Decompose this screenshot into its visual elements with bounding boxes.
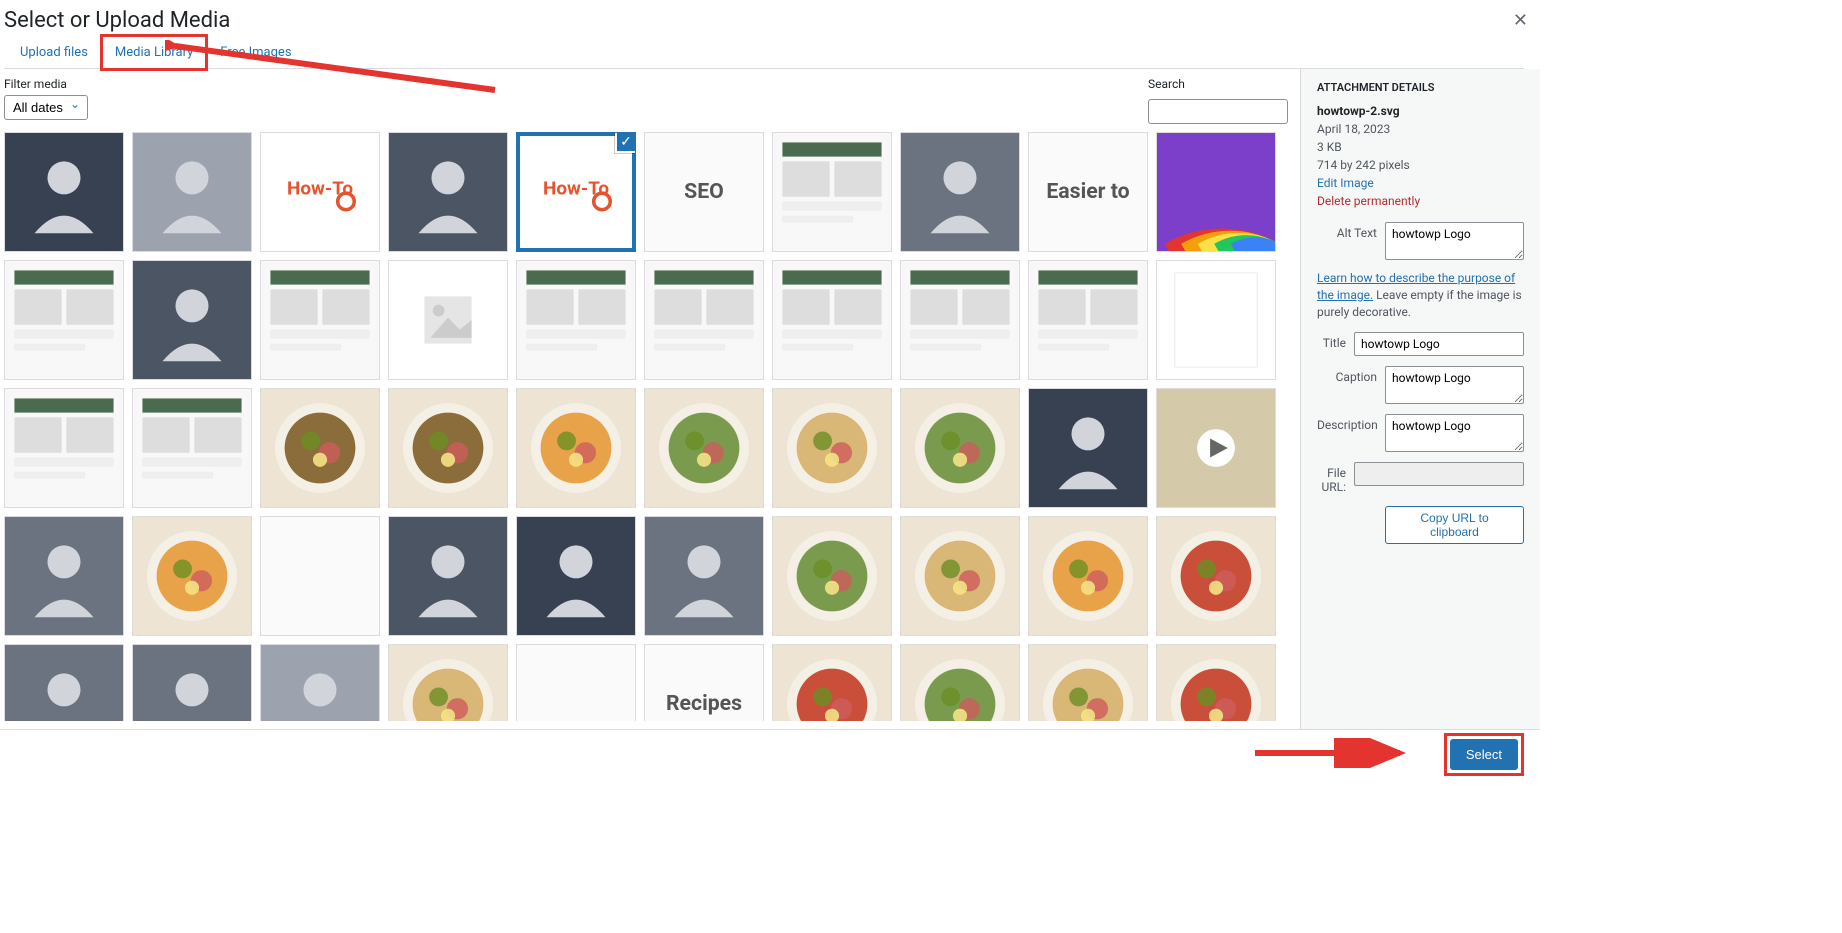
thumb-recipes[interactable]: Recipes (644, 644, 764, 721)
thumb-burger[interactable] (772, 388, 892, 508)
thumb-pasta[interactable] (900, 388, 1020, 508)
thumb-iphone-x[interactable] (4, 260, 124, 380)
desc-input[interactable]: howtowp Logo (1385, 414, 1524, 452)
thumb-site-2[interactable] (132, 388, 252, 508)
svg-text:How-To: How-To (287, 176, 353, 199)
svg-text:Easier to: Easier to (1046, 179, 1129, 204)
thumb-man-gray[interactable] (132, 644, 252, 721)
attachment-details: ATTACHMENT DETAILS howtowp-2.svg April 1… (1300, 69, 1540, 729)
check-icon: ✓ (615, 132, 636, 153)
copy-url-button[interactable]: Copy URL to clipboard (1385, 506, 1524, 544)
close-icon[interactable]: ✕ (1513, 10, 1528, 31)
annotation-arrow-2 (1250, 738, 1410, 768)
thumb-rainbow[interactable] (1156, 132, 1276, 252)
thumb-woman-cooking[interactable] (4, 516, 124, 636)
thumb-food-layout-1[interactable] (516, 260, 636, 380)
caption-input[interactable]: howtowp Logo (1385, 366, 1524, 404)
thumb-howto-orange[interactable]: How-To (260, 132, 380, 252)
thumb-woman-asian[interactable] (4, 644, 124, 721)
thumb-easier[interactable]: Easier to (1028, 132, 1148, 252)
filter-label: Filter media (4, 77, 88, 91)
thumb-chopping[interactable] (132, 516, 252, 636)
thumb-play-thumb[interactable] (1156, 388, 1276, 508)
alt-input[interactable]: howtowp Logo (1385, 222, 1524, 260)
attachment-dims: 714 by 242 pixels (1317, 158, 1410, 172)
thumb-woman-smile[interactable] (516, 516, 636, 636)
search-input[interactable] (1148, 99, 1288, 124)
thumb-brussels[interactable] (1156, 516, 1276, 636)
thumb-seo[interactable]: SEO (644, 132, 764, 252)
thumb-food-layout-4[interactable] (900, 260, 1020, 380)
media-grid: How-To How-To ✓ SEO Easier to Recipes (4, 132, 1296, 721)
attachment-size: 3 KB (1317, 140, 1342, 154)
edit-image-link[interactable]: Edit Image (1317, 176, 1374, 190)
thumb-food-layout-2[interactable] (644, 260, 764, 380)
caption-label: Caption (1317, 366, 1377, 384)
attachment-date: April 18, 2023 (1317, 122, 1390, 136)
thumb-building[interactable] (4, 132, 124, 252)
fileurl-label: File URL: (1317, 462, 1346, 494)
annotation-arrow-1 (165, 40, 505, 100)
thumb-devices[interactable] (772, 132, 892, 252)
svg-text:Recipes: Recipes (666, 691, 742, 716)
thumb-avocado-toast[interactable] (772, 516, 892, 636)
alt-label: Alt Text (1317, 222, 1377, 240)
desc-label: Description (1317, 414, 1377, 432)
thumb-signature-2[interactable] (516, 644, 636, 721)
thumb-phone-food[interactable] (1028, 388, 1148, 508)
thumb-man-sitting[interactable] (132, 132, 252, 252)
alt-help: Learn how to describe the purpose of the… (1317, 270, 1524, 320)
search-label: Search (1148, 77, 1288, 91)
thumb-fried-egg[interactable] (644, 388, 764, 508)
svg-text:SEO: SEO (684, 179, 724, 204)
attachment-title: ATTACHMENT DETAILS (1317, 81, 1524, 94)
thumb-salad-2[interactable] (1156, 644, 1276, 721)
thumb-howto-logo[interactable]: How-To ✓ (516, 132, 636, 252)
thumb-responsive[interactable] (260, 260, 380, 380)
delete-link[interactable]: Delete permanently (1317, 194, 1420, 208)
select-button[interactable]: Select (1450, 739, 1518, 770)
thumb-signature[interactable] (260, 516, 380, 636)
thumb-site-1[interactable] (4, 388, 124, 508)
thumb-grain-bowl[interactable] (1028, 516, 1148, 636)
thumb-man-white[interactable] (260, 644, 380, 721)
fileurl-input[interactable] (1354, 462, 1524, 486)
thumb-veg-top[interactable] (900, 644, 1020, 721)
thumb-broccoli[interactable] (772, 644, 892, 721)
thumb-man-sunglasses[interactable] (644, 516, 764, 636)
thumb-food-layout-5[interactable] (1028, 260, 1148, 380)
thumb-salad-bowl[interactable] (260, 388, 380, 508)
attachment-filename: howtowp-2.svg (1317, 104, 1400, 118)
thumb-laptop[interactable] (388, 132, 508, 252)
title-input[interactable] (1354, 332, 1524, 356)
filter-select[interactable]: All dates (4, 95, 88, 120)
thumb-placeholder[interactable] (388, 260, 508, 380)
thumb-breakfast[interactable] (388, 388, 508, 508)
thumb-tacos[interactable] (900, 516, 1020, 636)
tab-upload-files[interactable]: Upload files (8, 37, 100, 68)
thumb-pancakes[interactable] (388, 644, 508, 721)
thumb-eggs[interactable] (516, 388, 636, 508)
thumb-woman-black[interactable] (388, 516, 508, 636)
thumb-portrait-hat[interactable] (132, 260, 252, 380)
title-field-label: Title (1317, 332, 1346, 350)
modal-title: Select or Upload Media (4, 8, 1524, 33)
thumb-crowd[interactable] (900, 132, 1020, 252)
svg-text:How-To: How-To (543, 176, 609, 199)
thumb-food-layout-3[interactable] (772, 260, 892, 380)
thumb-blank-page[interactable] (1156, 260, 1276, 380)
thumb-citrus[interactable] (1028, 644, 1148, 721)
